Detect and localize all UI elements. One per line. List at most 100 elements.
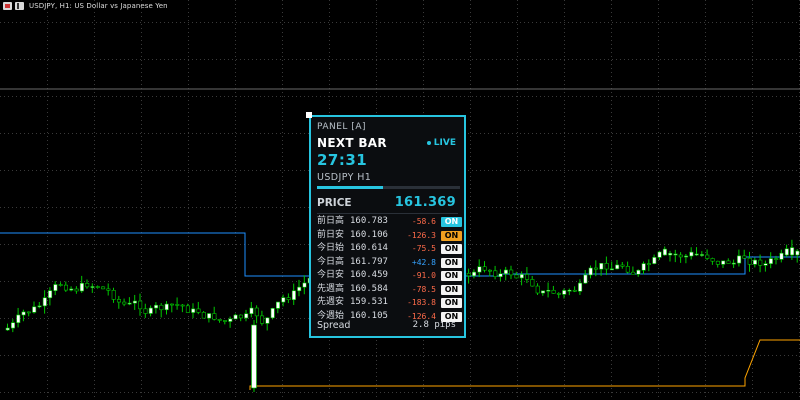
live-indicator: LIVE (426, 138, 456, 148)
candle-body (260, 315, 265, 324)
level-toggle-button[interactable]: ON (441, 298, 462, 308)
candle-body (721, 260, 726, 265)
candle-body (726, 260, 731, 264)
candle-body (132, 300, 137, 304)
symbol-icon[interactable] (15, 2, 24, 10)
level-price: 160.614 (350, 243, 388, 253)
level-price: 160.783 (350, 216, 388, 226)
candle-body (191, 308, 196, 313)
chart-window[interactable]: USDJPY, H1: US Dollar vs Japanese Yen PA… (0, 0, 800, 400)
level-row: 先週高 160.584 -78.5 ON (317, 283, 462, 297)
candle-body (689, 251, 694, 257)
level-toggle-button[interactable]: ON (441, 244, 462, 254)
candle-body (530, 279, 535, 287)
candle-body (774, 258, 779, 260)
candle-body (768, 258, 773, 264)
candle-body (535, 285, 540, 294)
candle-body (593, 267, 598, 270)
candle-body (48, 290, 53, 299)
level-toggle-button[interactable]: ON (441, 257, 462, 268)
bar-countdown: 27:31 (317, 151, 368, 169)
candle-body (270, 308, 275, 319)
candle-body (694, 253, 699, 256)
candle-body (615, 264, 620, 270)
level-toggle-button[interactable]: ON (441, 284, 462, 295)
candle-body (122, 301, 127, 305)
candle-body (715, 260, 720, 265)
level-diff: -75.5 (411, 244, 436, 253)
candle-body (662, 248, 667, 256)
candle-body (101, 286, 106, 290)
candle-body (275, 301, 280, 309)
level-row: 先週安 159.531 -183.8 ON (317, 296, 462, 310)
candle-body (249, 307, 254, 314)
candle-body (498, 273, 503, 277)
candle-body (175, 304, 180, 306)
candle-body (42, 297, 47, 307)
candle-body (201, 312, 206, 319)
candle-body (244, 313, 249, 319)
level-price: 159.531 (350, 297, 388, 307)
candle-body (466, 273, 471, 277)
level-price: 160.459 (350, 270, 388, 280)
level-diff: -91.0 (411, 271, 436, 280)
level-toggle-button[interactable]: ON (441, 230, 462, 241)
candle-body (21, 311, 26, 316)
candle-body (572, 289, 577, 292)
level-toggle-button[interactable]: ON (441, 271, 462, 281)
candle-body (74, 288, 79, 292)
candle-body (731, 262, 736, 265)
level-name: 今日高 (317, 256, 345, 267)
next-bar-panel[interactable]: PANEL [A] NEXT BAR LIVE 27:31 USDJPY H1 … (306, 112, 466, 338)
candle-body (223, 320, 228, 322)
candle-body (609, 268, 614, 271)
candle-body (779, 252, 784, 260)
candle-body (207, 313, 212, 319)
level-row: 今日高 161.797 +42.8 ON (317, 256, 462, 270)
candle-body (53, 284, 58, 291)
level-price: 160.105 (350, 310, 388, 321)
candle-body (684, 255, 689, 258)
level-price: 160.106 (350, 229, 388, 240)
candle-body (747, 257, 752, 265)
panel-divider (317, 213, 458, 214)
candle-body (85, 283, 90, 288)
candle-body (567, 289, 572, 292)
level-row: 前日高 160.783 -58.6 ON (317, 215, 462, 229)
candle-body (546, 289, 551, 292)
candle-body (11, 322, 16, 329)
candle-body (636, 269, 641, 275)
candle-body (493, 270, 498, 277)
candle-body (673, 253, 678, 256)
candle-body (482, 266, 487, 271)
candle-body (212, 313, 217, 320)
candle-body (758, 259, 763, 266)
candle-body (170, 303, 175, 306)
level-diff: -78.5 (411, 284, 436, 294)
level-toggle-button[interactable]: ON (441, 217, 462, 227)
candle-body (251, 324, 257, 389)
level-diff: +42.8 (411, 257, 436, 267)
candle-body (106, 288, 111, 291)
panel-heading: NEXT BAR (317, 136, 387, 150)
candle-body (154, 304, 159, 309)
candle-body (302, 282, 307, 288)
level-row: 前日安 160.106 -126.3 ON (317, 229, 462, 243)
level-name: 今日始 (317, 243, 345, 253)
level-diff: -58.6 (411, 217, 436, 226)
chart-window-icon[interactable] (3, 2, 12, 10)
candle-body (578, 282, 583, 292)
candle-body (238, 314, 243, 319)
candle-body (540, 290, 545, 294)
candle-body (185, 305, 190, 313)
candle-body (657, 251, 662, 258)
candle-body (472, 271, 477, 277)
candle-body (625, 266, 630, 273)
candle-body (763, 263, 768, 266)
candle-body (143, 308, 148, 314)
candle-body (148, 307, 153, 314)
panel-drag-handle[interactable] (306, 112, 312, 118)
candle-body (699, 254, 704, 256)
candle-body (286, 297, 291, 300)
candle-body (228, 318, 233, 322)
